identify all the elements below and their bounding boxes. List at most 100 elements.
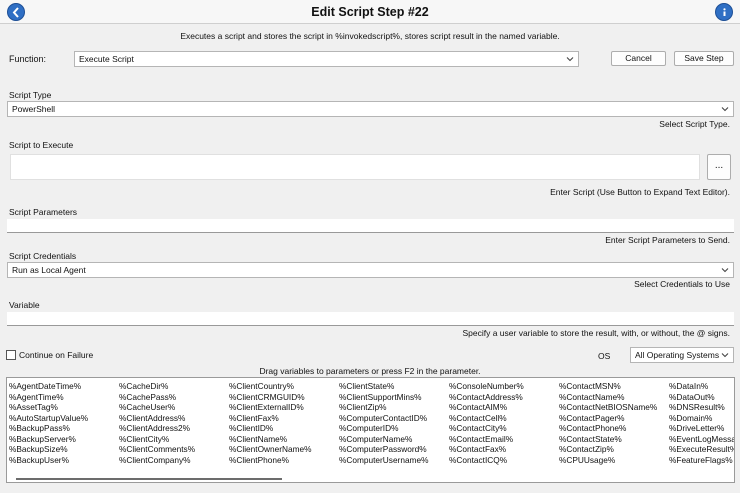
continue-on-failure-checkbox[interactable]	[6, 350, 16, 360]
title-bar: Edit Script Step #22	[0, 0, 740, 24]
variable-column: %ClientCountry% %ClientCRMGUID% %ClientE…	[229, 381, 312, 465]
script-to-execute-hint: Enter Script (Use Button to Expand Text …	[550, 187, 730, 197]
drag-variables-hint: Drag variables to parameters or press F2…	[259, 366, 481, 376]
save-step-button[interactable]: Save Step	[674, 51, 734, 66]
os-value: All Operating Systems	[635, 350, 720, 360]
variable-item[interactable]: %ClientFax%	[229, 413, 312, 424]
variable-item[interactable]: %ConsoleNumber%	[449, 381, 524, 392]
variable-item[interactable]: %ClientState%	[339, 381, 428, 392]
variable-item[interactable]: %ContactAIM%	[449, 402, 524, 413]
variable-item[interactable]: %ClientSupportMins%	[339, 392, 428, 403]
variable-item[interactable]: %ContactEmail%	[449, 434, 524, 445]
continue-on-failure-label: Continue on Failure	[19, 350, 94, 360]
variable-item[interactable]: %ComputerUsername%	[339, 455, 428, 466]
variable-item[interactable]: %ClientCity%	[119, 434, 195, 445]
chevron-down-icon	[721, 107, 729, 112]
variable-item[interactable]: %CPUUsage%	[559, 455, 657, 466]
variable-item[interactable]: %ContactName%	[559, 392, 657, 403]
variable-item[interactable]: %BackupSize%	[9, 444, 88, 455]
variable-item[interactable]: %AutoStartupValue%	[9, 413, 88, 424]
variable-column: %ClientState% %ClientSupportMins% %Clien…	[339, 381, 428, 465]
chevron-down-icon	[721, 353, 729, 358]
variable-item[interactable]: %ContactPager%	[559, 413, 657, 424]
variable-item[interactable]: %DriveLetter%	[669, 423, 734, 434]
variable-item[interactable]: %CacheDir%	[119, 381, 195, 392]
variable-item[interactable]: %ComputerName%	[339, 434, 428, 445]
variable-item[interactable]: %BackupServer%	[9, 434, 88, 445]
variable-item[interactable]: %DataOut%	[669, 392, 734, 403]
variable-item[interactable]: %AssetTag%	[9, 402, 88, 413]
help-icon[interactable]	[715, 3, 733, 21]
variable-list[interactable]: %AgentDateTime% %AgentTime% %AssetTag% %…	[6, 377, 735, 483]
script-to-execute-input[interactable]	[10, 154, 700, 180]
script-parameters-hint: Enter Script Parameters to Send.	[605, 235, 730, 245]
variable-item[interactable]: %FeatureFlags%	[669, 455, 734, 466]
variable-item[interactable]: %ContactZip%	[559, 444, 657, 455]
variable-item[interactable]: %ExecuteResult%	[669, 444, 734, 455]
script-to-execute-label: Script to Execute	[9, 140, 74, 150]
script-credentials-label: Script Credentials	[9, 251, 77, 261]
expand-editor-button[interactable]: ...	[707, 154, 731, 180]
function-label: Function:	[9, 54, 47, 64]
os-label: OS	[598, 351, 611, 361]
chevron-down-icon	[566, 57, 574, 62]
window-title: Edit Script Step #22	[311, 5, 429, 19]
variable-input[interactable]	[7, 312, 734, 326]
variable-item[interactable]: %CachePass%	[119, 392, 195, 403]
variable-item[interactable]: %ClientOwnerName%	[229, 444, 312, 455]
variable-hint: Specify a user variable to store the res…	[462, 328, 730, 338]
cancel-button[interactable]: Cancel	[611, 51, 666, 66]
variable-item[interactable]: %ClientAddress%	[119, 413, 195, 424]
step-description: Executes a script and stores the script …	[180, 31, 560, 41]
variable-item[interactable]: %ComputerID%	[339, 423, 428, 434]
variable-column: %AgentDateTime% %AgentTime% %AssetTag% %…	[9, 381, 88, 465]
script-type-select[interactable]: PowerShell	[7, 101, 734, 117]
variable-item[interactable]: %Domain%	[669, 413, 734, 424]
script-credentials-value: Run as Local Agent	[12, 265, 86, 275]
variable-column: %CacheDir% %CachePass% %CacheUser% %Clie…	[119, 381, 195, 465]
variable-label: Variable	[9, 300, 40, 310]
variable-item[interactable]: %ContactState%	[559, 434, 657, 445]
chevron-down-icon	[721, 268, 729, 273]
variable-item[interactable]: %ContactCell%	[449, 413, 524, 424]
script-type-hint: Select Script Type.	[659, 119, 730, 129]
script-type-label: Script Type	[9, 90, 52, 100]
function-value: Execute Script	[79, 54, 134, 64]
variable-item[interactable]: %ClientComments%	[119, 444, 195, 455]
variable-item[interactable]: %ClientAddress2%	[119, 423, 195, 434]
variable-item[interactable]: %CacheUser%	[119, 402, 195, 413]
variable-item[interactable]: %ClientCompany%	[119, 455, 195, 466]
variable-item[interactable]: %AgentDateTime%	[9, 381, 88, 392]
script-type-value: PowerShell	[12, 104, 55, 114]
variable-item[interactable]: %ContactICQ%	[449, 455, 524, 466]
script-parameters-label: Script Parameters	[9, 207, 78, 217]
variable-item[interactable]: %EventLogMessa	[669, 434, 734, 445]
variable-item[interactable]: %ClientCountry%	[229, 381, 312, 392]
variable-item[interactable]: %ContactFax%	[449, 444, 524, 455]
variable-item[interactable]: %ContactNetBIOSName%	[559, 402, 657, 413]
variable-item[interactable]: %AgentTime%	[9, 392, 88, 403]
variable-item[interactable]: %BackupPass%	[9, 423, 88, 434]
variable-item[interactable]: %ClientName%	[229, 434, 312, 445]
script-credentials-select[interactable]: Run as Local Agent	[7, 262, 734, 278]
variable-item[interactable]: %ContactPhone%	[559, 423, 657, 434]
variable-item[interactable]: %ComputerContactID%	[339, 413, 428, 424]
variable-item[interactable]: %ClientZip%	[339, 402, 428, 413]
variable-item[interactable]: %ClientExternalID%	[229, 402, 312, 413]
variable-item[interactable]: %ComputerPassword%	[339, 444, 428, 455]
variable-item[interactable]: %ClientPhone%	[229, 455, 312, 466]
variable-item[interactable]: %ContactAddress%	[449, 392, 524, 403]
variable-column: %DataIn% %DataOut% %DNSResult% %Domain% …	[669, 381, 734, 466]
variable-item[interactable]: %ClientCRMGUID%	[229, 392, 312, 403]
variable-item[interactable]: %DataIn%	[669, 381, 734, 392]
function-select[interactable]: Execute Script	[74, 51, 579, 67]
script-credentials-hint: Select Credentials to Use	[634, 279, 730, 289]
variable-item[interactable]: %ContactMSN%	[559, 381, 657, 392]
script-parameters-input[interactable]	[7, 219, 734, 233]
variable-item[interactable]: %BackupUser%	[9, 455, 88, 466]
variable-item[interactable]: %DNSResult%	[669, 402, 734, 413]
variable-item[interactable]: %ClientID%	[229, 423, 312, 434]
os-select[interactable]: All Operating Systems	[630, 347, 734, 363]
horizontal-scrollbar[interactable]	[16, 478, 282, 480]
variable-item[interactable]: %ContactCity%	[449, 423, 524, 434]
